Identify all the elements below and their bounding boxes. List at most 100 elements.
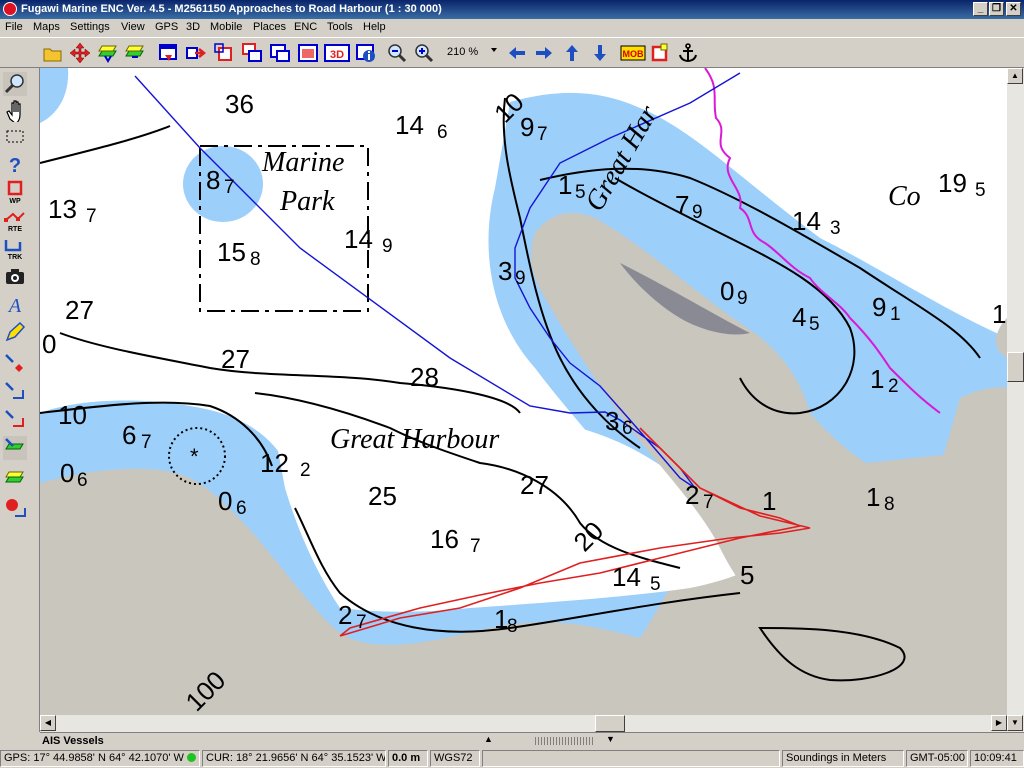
ais-vessels-label: AIS Vessels [42,735,104,747]
sounding: 1 [992,299,1006,329]
svg-text:0: 0 [218,486,232,516]
arrow-right-icon[interactable] [533,42,555,64]
svg-text:12: 12 [260,448,289,478]
next-map-icon[interactable] [185,42,207,64]
svg-text:19: 19 [938,168,967,198]
mob-button[interactable]: MOB [620,42,646,64]
svg-text:2: 2 [888,376,899,397]
zoom-out-icon[interactable] [386,42,408,64]
svg-text:8: 8 [507,616,518,637]
svg-text:8: 8 [884,494,895,515]
open-map-icon[interactable] [42,42,64,64]
svg-text:7: 7 [141,432,152,453]
mark-waypoint-icon[interactable] [649,42,671,64]
svg-text:14: 14 [344,224,373,254]
sounding: 1 [762,486,776,516]
gps-position: GPS: 17° 44.9858' N 64° 42.1070' W [0,750,200,767]
menu-help[interactable]: Help [363,21,386,33]
zoom-tool-icon[interactable] [3,72,27,96]
menu-file[interactable]: File [5,21,23,33]
map-select-icon[interactable] [213,42,235,64]
scroll-right-icon[interactable]: ▶ [991,715,1007,731]
svg-text:0: 0 [720,276,734,306]
sounding: 27 [221,344,250,374]
pen-tool-icon[interactable] [3,320,27,344]
sounding: 36 [225,89,254,119]
text-tool-icon[interactable]: A [3,292,27,316]
3d-view-icon[interactable]: 3D [324,42,350,64]
panel-grip[interactable] [535,737,595,745]
nautical-chart[interactable]: * Marine Park Great Harbour Great Har Co… [40,68,1007,715]
clock: 10:09:41 [970,750,1024,767]
svg-text:8: 8 [250,249,261,270]
map-zoom-icon[interactable] [241,42,263,64]
horizontal-scroll-thumb[interactable] [595,715,625,732]
zoom-in-icon[interactable] [413,42,435,64]
zoom-level-select[interactable]: 210 % [443,45,499,61]
svg-text:5: 5 [650,574,661,595]
map-window-icon[interactable] [157,42,179,64]
waypoint-tool-icon[interactable]: WP [3,180,27,204]
svg-text:7: 7 [86,206,97,227]
camera-icon[interactable] [3,264,27,288]
svg-text:13: 13 [48,194,77,224]
chevron-down-icon [491,48,497,52]
map-compare-icon[interactable] [269,42,291,64]
select-area-icon[interactable] [3,124,27,148]
ais-expand-icon[interactable]: ▼ [606,734,615,744]
ais-vessels-panel[interactable]: AIS Vessels ▲ ▼ [40,732,1024,749]
scroll-up-icon[interactable]: ▲ [1007,68,1023,84]
help-tool-icon[interactable]: ? [3,152,27,176]
route-tool-icon[interactable]: RTE [3,208,27,232]
layers-down-icon[interactable] [124,42,146,64]
sounding: 25 [368,481,397,511]
scroll-down-icon[interactable]: ▼ [1007,715,1023,731]
cursor-position: CUR: 18° 21.9656' N 64° 35.1523' W [202,750,386,767]
menu-places[interactable]: Places [253,21,286,33]
close-button[interactable]: ✕ [1006,2,1021,16]
app-icon[interactable] [3,2,17,16]
vertical-scrollbar[interactable]: ▲ ▼ [1007,68,1024,732]
minimize-button[interactable]: _ [973,2,988,16]
menu-settings[interactable]: Settings [70,21,110,33]
info-icon[interactable] [355,42,377,64]
go-to-waypoint-icon[interactable] [3,352,27,376]
layer-import-icon[interactable] [3,436,27,460]
svg-text:7: 7 [675,190,689,220]
menu-tools[interactable]: Tools [327,21,353,33]
scroll-left-icon[interactable]: ◀ [40,715,56,731]
horizontal-scrollbar[interactable]: ◀ ▶ [40,715,1007,732]
label-great-harbour: Great Harbour [330,424,499,455]
svg-text:16: 16 [430,524,459,554]
window-title: Fugawi Marine ENC Ver. 4.5 - M2561150 Ap… [21,3,442,15]
arrow-down-icon[interactable] [589,42,611,64]
menu-view[interactable]: View [121,21,145,33]
sounding: 0 [42,329,56,359]
track-tool-icon[interactable]: TRK [3,236,27,260]
menu-maps[interactable]: Maps [33,21,60,33]
menu-3d[interactable]: 3D [186,21,200,33]
arrow-left-icon[interactable] [506,42,528,64]
menu-mobile[interactable]: Mobile [210,21,242,33]
vertical-scroll-thumb[interactable] [1007,352,1024,382]
hand-tool-icon[interactable] [3,98,27,122]
record-track-icon[interactable] [3,496,27,520]
arrow-up-icon[interactable] [561,42,583,64]
pan-icon[interactable] [69,42,91,64]
ais-collapse-icon[interactable]: ▲ [484,734,493,744]
route-reverse-icon[interactable] [3,408,27,432]
svg-text:1: 1 [866,482,880,512]
layer-export-icon[interactable] [3,464,27,488]
svg-text:2: 2 [685,480,699,510]
layers-icon[interactable] [97,42,119,64]
sounding: 10 [58,400,87,430]
restore-button[interactable]: ❐ [989,2,1004,16]
anchor-icon[interactable] [677,42,699,64]
svg-text:3: 3 [605,406,619,436]
chart-view-icon[interactable] [297,42,319,64]
go-to-route-icon[interactable] [3,380,27,404]
menu-enc[interactable]: ENC [294,21,317,33]
menu-gps[interactable]: GPS [155,21,178,33]
svg-text:9: 9 [382,236,393,257]
svg-text:7: 7 [537,124,548,145]
